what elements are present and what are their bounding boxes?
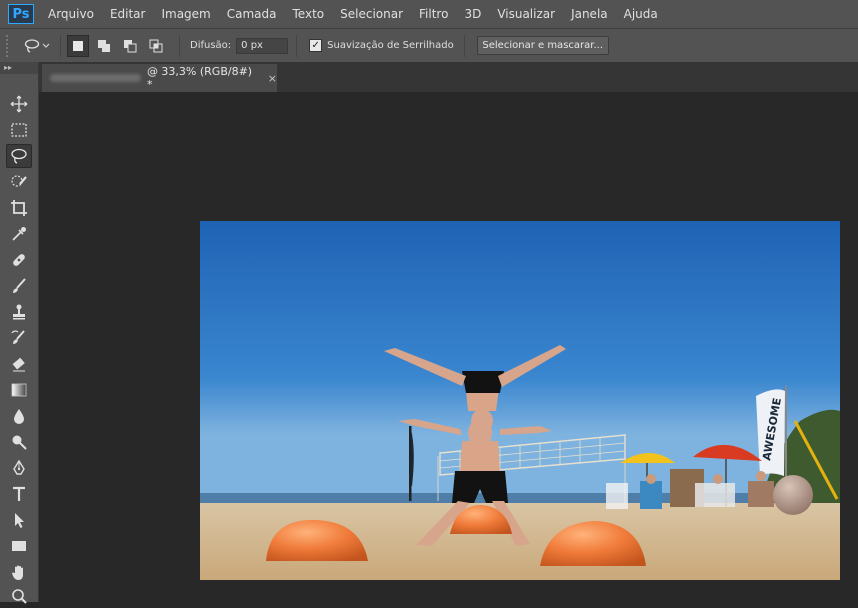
close-tab-button[interactable]: × bbox=[268, 72, 277, 85]
options-bar-grip[interactable] bbox=[6, 34, 12, 57]
brush-tool[interactable] bbox=[6, 274, 32, 298]
photoshop-logo[interactable]: Ps bbox=[8, 4, 34, 24]
zoom-tool[interactable] bbox=[6, 584, 32, 608]
lasso-icon bbox=[24, 38, 40, 53]
subtract-selection-button[interactable] bbox=[119, 35, 141, 57]
quick-selection-tool[interactable] bbox=[6, 170, 32, 194]
antialias-checkbox[interactable]: ✓ bbox=[309, 39, 323, 52]
move-tool[interactable] bbox=[6, 92, 32, 116]
menu-imagem[interactable]: Imagem bbox=[153, 0, 218, 28]
path-selection-tool[interactable] bbox=[6, 508, 32, 532]
history-brush-tool[interactable] bbox=[6, 326, 32, 350]
menu-arquivo[interactable]: Arquivo bbox=[40, 0, 102, 28]
blur-icon bbox=[14, 409, 24, 424]
eyedropper-tool[interactable] bbox=[6, 222, 32, 246]
add-to-selection-button[interactable] bbox=[93, 35, 115, 57]
hand-icon bbox=[12, 565, 23, 580]
document-filename-blurred bbox=[50, 74, 141, 82]
path-selection-icon bbox=[15, 513, 24, 528]
subtract-selection-icon bbox=[124, 39, 137, 52]
chevron-down-icon bbox=[42, 43, 50, 48]
feather-input[interactable] bbox=[236, 37, 289, 54]
brush-icon bbox=[13, 278, 26, 293]
hand-tool[interactable] bbox=[6, 560, 32, 584]
select-and-mask-button[interactable]: Selecionar e mascarar... bbox=[476, 36, 609, 55]
add-selection-icon bbox=[98, 39, 110, 52]
menu-editar[interactable]: Editar bbox=[102, 0, 154, 28]
marquee-tool[interactable] bbox=[6, 118, 32, 142]
pen-icon bbox=[13, 459, 25, 475]
document-tab-title: @ 33,3% (RGB/8#) * bbox=[146, 65, 253, 91]
grey-ball bbox=[773, 475, 813, 515]
antialias-label: Suavização de Serrilhado bbox=[327, 40, 454, 51]
zoom-icon bbox=[12, 589, 27, 604]
menu-visualizar[interactable]: Visualizar bbox=[489, 0, 563, 28]
eraser-tool[interactable] bbox=[6, 352, 32, 376]
eyedropper-icon bbox=[12, 227, 26, 241]
separator bbox=[463, 34, 465, 57]
clone-stamp-tool[interactable] bbox=[6, 300, 32, 324]
tools-panel: ▸▸ bbox=[0, 62, 39, 604]
menu-camada[interactable]: Camada bbox=[219, 0, 285, 28]
document-image[interactable]: AWESOME bbox=[200, 221, 840, 580]
menu-janela[interactable]: Janela bbox=[563, 0, 616, 28]
separator bbox=[60, 34, 61, 57]
eraser-icon bbox=[12, 357, 25, 372]
type-tool[interactable] bbox=[6, 482, 32, 506]
menu-texto[interactable]: Texto bbox=[285, 0, 333, 28]
document-tab[interactable]: @ 33,3% (RGB/8#) * × bbox=[42, 64, 277, 92]
quick-selection-icon bbox=[11, 175, 27, 187]
dodge-tool[interactable] bbox=[6, 430, 32, 454]
menu-bar: Ps Arquivo Editar Imagem Camada Texto Se… bbox=[0, 0, 858, 28]
menu-filtro[interactable]: Filtro bbox=[411, 0, 456, 28]
new-selection-icon bbox=[73, 40, 83, 51]
dodge-icon bbox=[12, 435, 27, 450]
intersect-selection-icon bbox=[149, 39, 163, 52]
menu-3d[interactable]: 3D bbox=[456, 0, 489, 28]
lasso-tool[interactable] bbox=[6, 144, 32, 168]
move-icon bbox=[10, 95, 28, 113]
intersect-selection-button[interactable] bbox=[145, 35, 167, 57]
gradient-tool[interactable] bbox=[6, 378, 32, 402]
tools-panel-collapse[interactable]: ▸▸ bbox=[0, 62, 38, 74]
menu-selecionar[interactable]: Selecionar bbox=[332, 0, 411, 28]
blur-tool[interactable] bbox=[6, 404, 32, 428]
crop-icon bbox=[11, 200, 27, 216]
marquee-icon bbox=[11, 123, 27, 137]
menu-ajuda[interactable]: Ajuda bbox=[616, 0, 666, 28]
rectangle-icon bbox=[12, 541, 26, 551]
clone-stamp-icon bbox=[13, 304, 25, 320]
type-icon bbox=[13, 486, 25, 501]
options-bar: Difusão: ✓ Suavização de Serrilhado Sele… bbox=[0, 28, 858, 62]
healing-brush-icon bbox=[13, 254, 25, 266]
pen-tool[interactable] bbox=[6, 456, 32, 480]
feather-label: Difusão: bbox=[190, 40, 232, 51]
separator bbox=[179, 34, 180, 57]
gradient-icon bbox=[11, 383, 27, 397]
rectangle-tool[interactable] bbox=[6, 534, 32, 558]
tool-preset-picker[interactable] bbox=[20, 35, 54, 57]
document-tab-bar: @ 33,3% (RGB/8#) * × bbox=[39, 62, 858, 92]
crop-tool[interactable] bbox=[6, 196, 32, 220]
lasso-icon bbox=[11, 148, 27, 164]
history-brush-icon bbox=[11, 330, 25, 344]
separator bbox=[296, 34, 298, 57]
new-selection-button[interactable] bbox=[67, 34, 89, 57]
healing-brush-tool[interactable] bbox=[6, 248, 32, 272]
